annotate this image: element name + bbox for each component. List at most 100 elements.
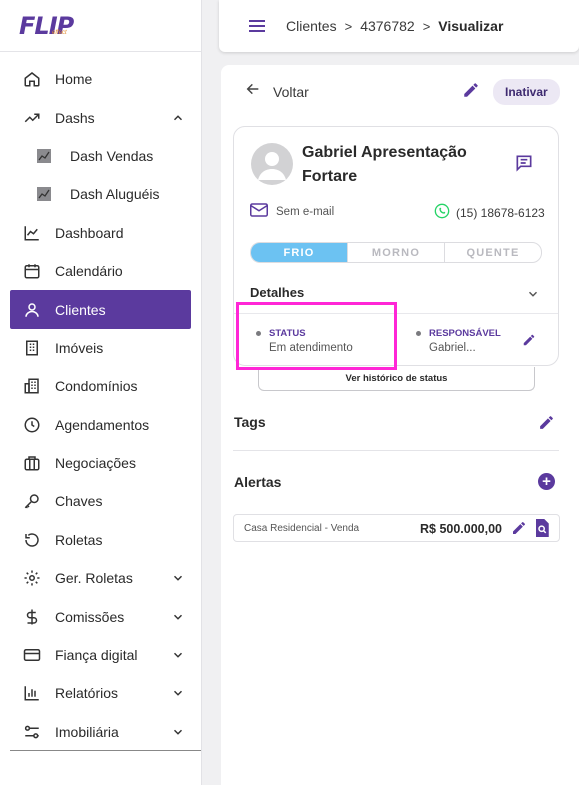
status-dot — [256, 331, 261, 336]
menu-icon[interactable] — [249, 20, 265, 32]
add-alert-icon[interactable]: + — [538, 473, 555, 490]
edit-client-icon[interactable] — [462, 81, 480, 104]
breadcrumb-clientes[interactable]: Clientes — [286, 18, 337, 34]
sidebar-item-home[interactable]: Home — [0, 60, 201, 98]
back-label: Voltar — [273, 83, 309, 100]
responsavel-value: Gabriel... — [429, 342, 476, 354]
responsavel-dot — [416, 331, 421, 336]
sidebar-item-clientes[interactable]: Clientes — [10, 290, 191, 329]
sidebar-item-relatorios[interactable]: Relatórios — [0, 674, 201, 712]
email-row: Sem e-mail — [250, 203, 334, 220]
sidebar-item-dashs[interactable]: Dashs — [0, 98, 201, 136]
sidebar-item-fianca-digital[interactable]: Fiança digital — [0, 636, 201, 674]
breadcrumb-current: Visualizar — [438, 18, 504, 34]
sidebar-item-comissoes[interactable]: Comissões — [0, 597, 201, 635]
breadcrumb-separator: > — [422, 18, 431, 34]
condo-icon — [22, 376, 42, 396]
sidebar-item-chaves[interactable]: Chaves — [0, 482, 201, 520]
sidebar-item-label: Ger. Roletas — [55, 570, 133, 587]
sidebar-item-label: Fiança digital — [55, 647, 138, 664]
chevron-down-icon[interactable] — [171, 648, 185, 662]
logo-sub: effect — [52, 30, 67, 36]
calendar-icon — [22, 261, 42, 281]
divider — [233, 450, 559, 451]
building-icon — [22, 338, 42, 358]
chevron-down-icon[interactable] — [171, 571, 185, 585]
client-phone: (15) 18678-6123 — [456, 205, 545, 220]
key-icon — [22, 491, 42, 511]
status-history-button[interactable]: Ver histórico de status — [258, 367, 535, 391]
sidebar-item-negociacoes[interactable]: Negociações — [0, 444, 201, 482]
bar-chart-icon — [22, 683, 42, 703]
sidebar-nav: Home Dashs Dash Vendas Dash Aluguéis Das… — [0, 52, 201, 751]
temperature-selector: FRIO MORNO QUENTE — [250, 242, 542, 263]
inativar-button[interactable]: Inativar — [493, 79, 560, 105]
sidebar-item-label: Agendamentos — [55, 416, 150, 433]
sidebar-item-label: Clientes — [55, 301, 106, 318]
alert-price: R$ 500.000,00 — [420, 522, 503, 536]
chevron-down-icon[interactable] — [171, 686, 185, 700]
sidebar-item-label: Comissões — [55, 608, 125, 625]
chart-thumb-icon — [34, 184, 54, 204]
status-value: Em atendimento — [269, 342, 353, 354]
sidebar-item-label: Negociações — [55, 455, 136, 472]
temperature-quente[interactable]: QUENTE — [445, 243, 541, 262]
sidebar-item-imoveis[interactable]: Imóveis — [0, 329, 201, 367]
sidebar-item-label: Roletas — [55, 531, 103, 548]
sidebar-item-label: Imobiliária — [55, 723, 119, 740]
temperature-morno[interactable]: MORNO — [348, 243, 445, 262]
sidebar: FLIP effect Home Dashs Dash Vendas Dash … — [0, 0, 202, 785]
sidebar-item-ger-roletas[interactable]: Ger. Roletas — [0, 559, 201, 597]
divider — [234, 313, 558, 314]
alerts-title: Alertas — [234, 474, 282, 490]
edit-tags-icon[interactable] — [538, 414, 555, 436]
topbar: Clientes > 4376782 > Visualizar — [219, 0, 579, 52]
client-name: Gabriel Apresentação Fortare — [302, 144, 467, 185]
status-label-text: STATUS — [269, 328, 306, 339]
back-button[interactable]: Voltar — [245, 81, 309, 102]
temperature-frio[interactable]: FRIO — [251, 243, 348, 262]
client-panel: Voltar Inativar Gabriel Apresentação For… — [221, 65, 579, 785]
sidebar-item-label: Dashboard — [55, 224, 124, 241]
details-title[interactable]: Detalhes — [250, 285, 304, 300]
chevron-down-icon[interactable] — [171, 610, 185, 624]
sidebar-item-label: Dash Vendas — [70, 147, 154, 164]
sidebar-item-calendario[interactable]: Calendário — [0, 252, 201, 290]
alert-label: Casa Residencial - Venda — [244, 522, 360, 534]
tags-title: Tags — [234, 414, 266, 430]
edit-responsavel-icon[interactable] — [522, 333, 536, 352]
status-field: STATUS Em atendimento — [256, 328, 353, 354]
client-email: Sem e-mail — [276, 205, 335, 218]
sidebar-item-roletas[interactable]: Roletas — [0, 521, 201, 559]
sidebar-item-condominios[interactable]: Condomínios — [0, 367, 201, 405]
sidebar-item-dash-alugueis[interactable]: Dash Aluguéis — [0, 175, 201, 213]
message-icon[interactable] — [514, 153, 534, 178]
whatsapp-icon — [434, 203, 450, 222]
search-property-icon[interactable] — [534, 519, 550, 540]
card-icon — [22, 645, 42, 665]
edit-alert-icon[interactable] — [511, 520, 527, 539]
dollar-icon — [22, 607, 42, 627]
sidebar-item-agendamentos[interactable]: Agendamentos — [0, 406, 201, 444]
sidebar-item-dash-vendas[interactable]: Dash Vendas — [0, 137, 201, 175]
sidebar-item-label: Imóveis — [55, 339, 104, 356]
status-label: STATUS — [256, 328, 353, 339]
sidebar-item-dashboard[interactable]: Dashboard — [0, 214, 201, 252]
sidebar-item-imobiliaria[interactable]: Imobiliária — [0, 713, 201, 751]
logo[interactable]: FLIP effect — [0, 0, 201, 52]
sidebar-item-label: Dash Aluguéis — [70, 186, 160, 203]
chevron-up-icon[interactable] — [171, 111, 185, 125]
arrow-left-icon — [245, 81, 261, 102]
chevron-down-icon[interactable] — [171, 725, 185, 739]
sidebar-item-label: Dashs — [55, 109, 95, 126]
clock-icon — [22, 415, 42, 435]
chevron-down-icon[interactable] — [526, 287, 540, 306]
sidebar-divider — [10, 750, 201, 751]
line-chart-icon — [22, 223, 42, 243]
breadcrumb-client-id[interactable]: 4376782 — [360, 18, 415, 34]
phone-row[interactable]: (15) 18678-6123 — [434, 203, 545, 222]
avatar — [251, 143, 293, 185]
mail-icon — [250, 203, 268, 220]
responsavel-label: RESPONSÁVEL — [416, 328, 501, 339]
alert-item[interactable]: Casa Residencial - Venda R$ 500.000,00 — [233, 514, 560, 542]
